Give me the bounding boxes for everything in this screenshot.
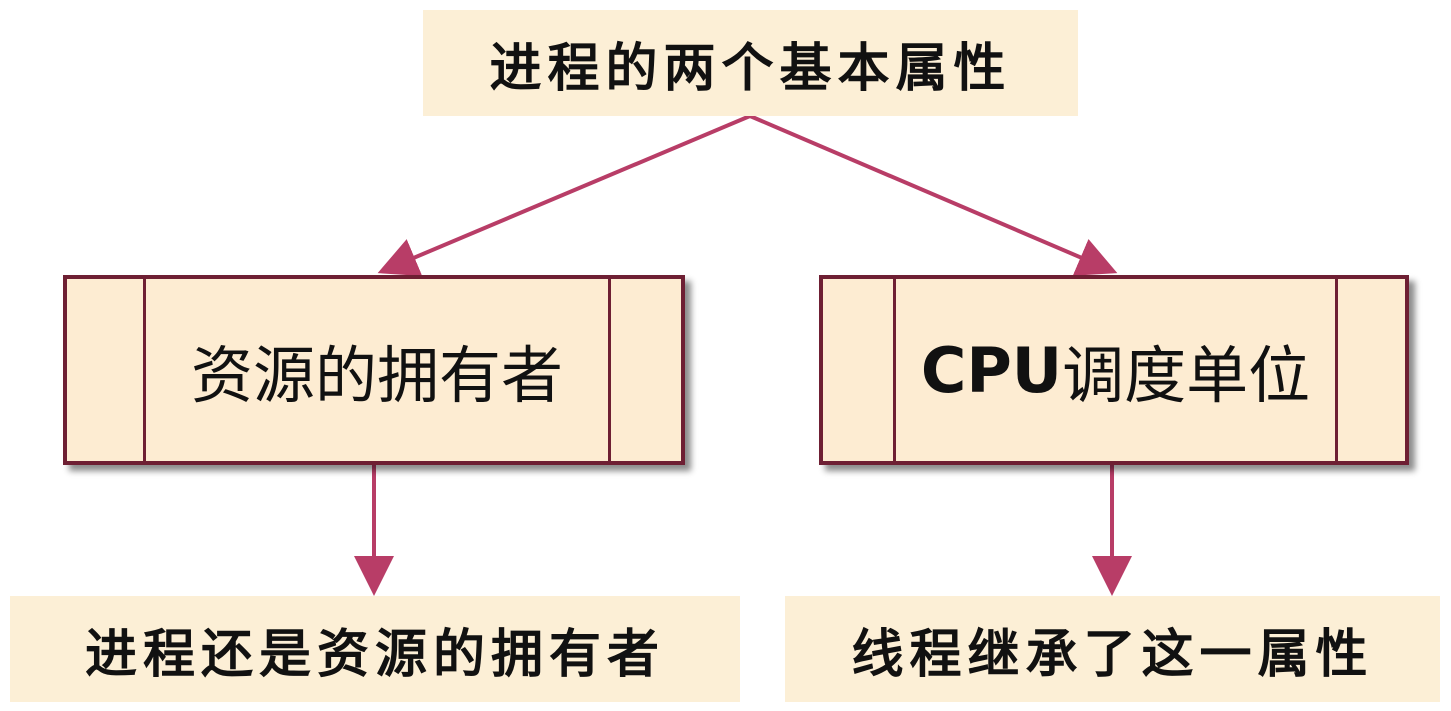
cpu-scheduling-unit-text: CPU 调度单位 [896, 279, 1335, 461]
resource-owner-node: 资源的拥有者 [63, 275, 685, 465]
cpu-label: CPU [920, 333, 1063, 407]
process-still-owner-label: 进程还是资源的拥有者 [10, 596, 740, 702]
arrow-root-to-resource-owner [377, 114, 751, 276]
resource-owner-label: 资源的拥有者 [190, 339, 563, 412]
scheduling-unit-label: 调度单位 [1062, 339, 1311, 412]
thread-inherits-label: 线程继承了这一属性 [785, 596, 1440, 702]
resource-owner-text: 资源的拥有者 [146, 279, 608, 461]
cpu-scheduling-unit-node: CPU 调度单位 [819, 275, 1409, 465]
thread-inherits-text: 线程继承了这一属性 [851, 623, 1374, 685]
root-node-text: 进程的两个基本属性 [489, 37, 1012, 99]
root-node-label: 进程的两个基本属性 [423, 10, 1078, 116]
right-divider [1335, 279, 1338, 461]
process-still-owner-text: 进程还是资源的拥有者 [84, 623, 665, 685]
right-divider [608, 279, 611, 461]
arrow-root-to-cpu-unit [749, 114, 1118, 276]
